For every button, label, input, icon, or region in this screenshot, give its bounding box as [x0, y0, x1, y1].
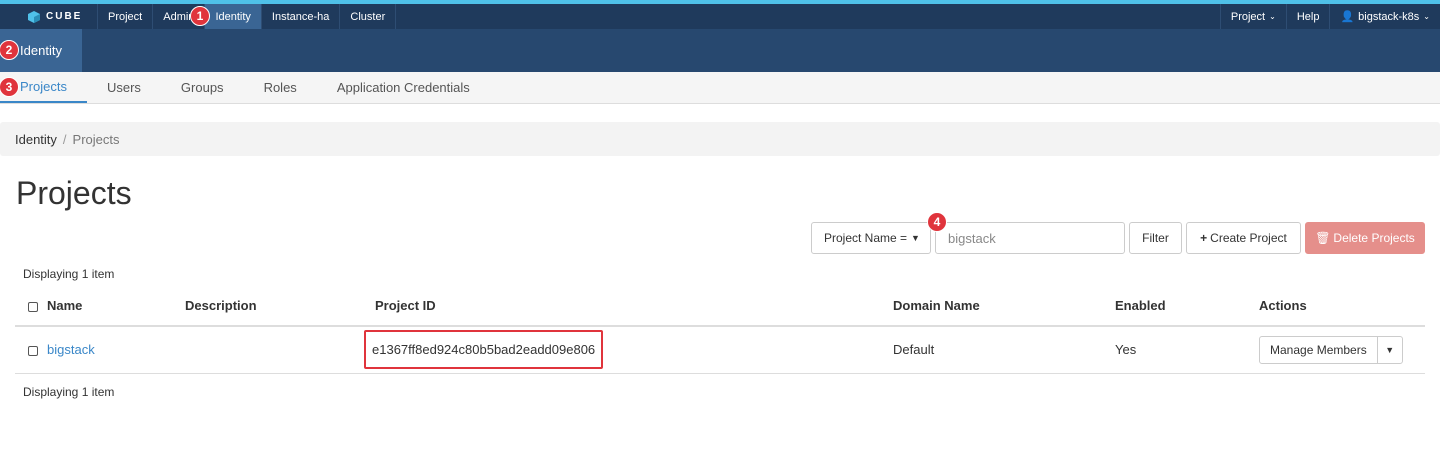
step-marker-4: 4	[927, 212, 947, 232]
filter-input[interactable]: bigstack	[935, 222, 1125, 254]
projects-table: Name Description Project ID Domain Name …	[15, 286, 1425, 374]
project-dropdown[interactable]: Project ⌄	[1219, 4, 1286, 29]
help-link[interactable]: Help	[1285, 4, 1330, 29]
table-row: bigstack e1367ff8ed924c80b5bad2eadd09e80…	[15, 326, 1425, 374]
project-id-highlight: e1367ff8ed924c80b5bad2eadd09e806	[364, 330, 604, 370]
breadcrumb: Identity / Projects	[0, 122, 1440, 156]
col-enabled[interactable]: Enabled	[1115, 286, 1259, 327]
user-menu[interactable]: 👤 bigstack-k8s ⌄	[1329, 4, 1440, 29]
step-marker-2: 2	[0, 40, 19, 60]
step-marker-1: 1	[190, 6, 210, 26]
filter-button[interactable]: Filter	[1129, 222, 1182, 254]
project-description	[185, 326, 375, 374]
row-actions: Manage Members ▼	[1259, 335, 1403, 364]
nav-project[interactable]: Project	[98, 4, 154, 29]
actions-dropdown-toggle[interactable]: ▼	[1378, 337, 1402, 363]
step-marker-3: 3	[0, 77, 19, 97]
breadcrumb-identity[interactable]: Identity	[15, 132, 57, 147]
caret-down-icon: ▼	[1385, 344, 1395, 355]
select-all-checkbox[interactable]	[28, 301, 38, 312]
delete-projects-button[interactable]: 🗑 Delete Projects	[1305, 222, 1425, 254]
enabled-status: Yes	[1115, 326, 1259, 374]
display-count-bottom: Displaying 1 item	[23, 384, 115, 399]
panel-subnav: Identity	[0, 29, 1440, 72]
trash-icon: 🗑	[1315, 231, 1331, 245]
col-actions: Actions	[1259, 286, 1425, 327]
top-navbar: CUBE Project Admin Identity Instance-ha …	[0, 4, 1440, 29]
domain-name: Default	[893, 326, 1115, 374]
tab-users[interactable]: Users	[87, 72, 161, 103]
brand-name: CUBE	[46, 11, 83, 22]
col-domain-name[interactable]: Domain Name	[893, 286, 1115, 327]
chevron-down-icon: ⌄	[1269, 12, 1276, 21]
tab-application-credentials[interactable]: Application Credentials	[317, 72, 490, 103]
page-title: Projects	[16, 175, 132, 211]
col-project-id[interactable]: Project ID	[375, 286, 893, 327]
breadcrumb-current: Projects	[72, 131, 120, 147]
project-name-link[interactable]: bigstack	[47, 326, 185, 374]
brand-logo[interactable]: CUBE	[0, 4, 98, 29]
cube-icon	[28, 10, 40, 23]
tab-roles[interactable]: Roles	[244, 72, 317, 103]
col-name[interactable]: Name	[47, 286, 185, 327]
col-description[interactable]: Description	[185, 286, 375, 327]
identity-tabs: Projects Users Groups Roles Application …	[0, 72, 1440, 104]
manage-members-button[interactable]: Manage Members	[1260, 336, 1378, 363]
caret-down-icon: ▼	[911, 233, 920, 243]
row-checkbox[interactable]	[28, 345, 38, 356]
tab-groups[interactable]: Groups	[161, 72, 244, 103]
filter-field-select[interactable]: Project Name = ▼	[811, 222, 931, 254]
breadcrumb-separator: /	[62, 131, 67, 147]
display-count-top: Displaying 1 item	[23, 267, 115, 281]
project-id: e1367ff8ed924c80b5bad2eadd09e806	[372, 342, 596, 358]
create-project-button[interactable]: + Create Project	[1186, 222, 1301, 254]
table-actions: Project Name = ▼ bigstack Filter + Create …	[0, 212, 1440, 260]
user-icon: 👤	[1340, 11, 1355, 23]
plus-icon: +	[1200, 231, 1208, 245]
nav-identity[interactable]: Identity	[205, 4, 262, 29]
nav-cluster[interactable]: Cluster	[340, 4, 397, 29]
chevron-down-icon: ⌄	[1423, 12, 1430, 21]
nav-instance-ha[interactable]: Instance-ha	[262, 4, 341, 29]
